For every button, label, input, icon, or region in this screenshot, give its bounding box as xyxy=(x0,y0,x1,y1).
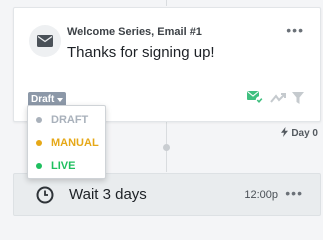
status-option-manual[interactable]: MANUAL xyxy=(28,132,105,154)
status-option-label: DRAFT xyxy=(51,114,89,126)
status-dropdown-menu: DRAFT MANUAL LIVE xyxy=(27,105,106,179)
day-marker: Day 0 xyxy=(281,127,318,140)
lightning-icon xyxy=(281,127,289,140)
status-dot xyxy=(36,140,42,146)
more-options-icon[interactable]: ••• xyxy=(285,185,303,201)
wait-step-card[interactable]: Wait 3 days 12:00p ••• xyxy=(13,173,321,216)
email-name: Welcome Series, Email #1 xyxy=(67,26,202,38)
status-dot xyxy=(36,117,42,123)
wait-label: Wait 3 days xyxy=(69,186,147,203)
wait-time: 12:00p xyxy=(244,189,278,201)
card-toolbar xyxy=(247,90,304,109)
status-option-live[interactable]: LIVE xyxy=(28,155,105,177)
approved-check-icon[interactable] xyxy=(247,90,264,109)
more-options-icon[interactable]: ••• xyxy=(286,22,304,38)
status-option-label: LIVE xyxy=(51,160,76,172)
split-test-icon[interactable] xyxy=(270,91,286,109)
status-label: Draft xyxy=(31,94,55,105)
day-label: Day 0 xyxy=(291,128,318,139)
envelope-icon xyxy=(29,25,61,57)
status-option-draft[interactable]: DRAFT xyxy=(28,109,105,131)
status-option-label: MANUAL xyxy=(51,137,99,149)
caret-down-icon xyxy=(57,97,64,102)
email-subject: Thanks for signing up! xyxy=(67,44,215,61)
clock-icon xyxy=(36,186,54,209)
workflow-connector-top xyxy=(166,0,167,6)
connector-node xyxy=(163,144,170,151)
status-dot xyxy=(36,163,42,169)
filter-icon[interactable] xyxy=(292,91,304,109)
